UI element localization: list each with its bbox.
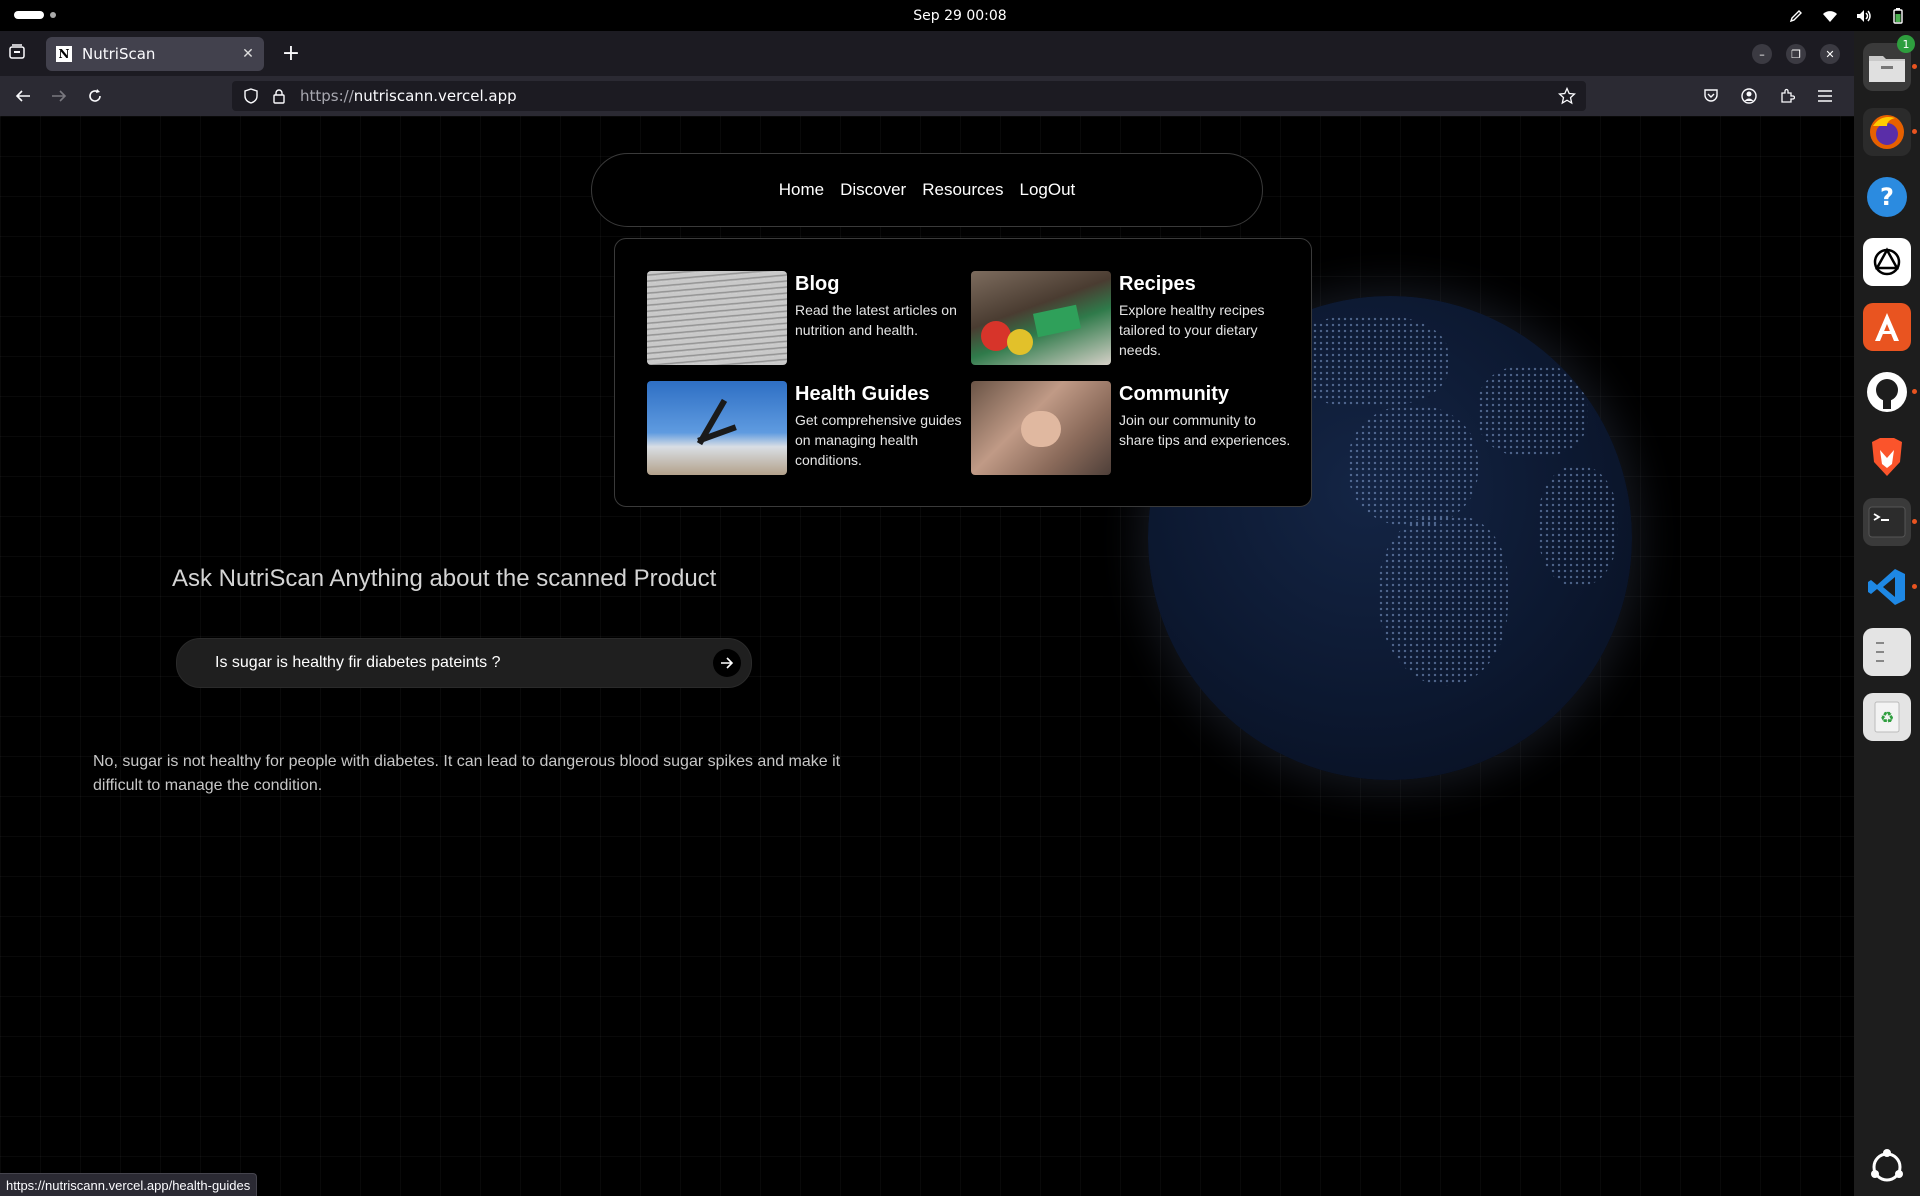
wifi-icon	[1820, 6, 1840, 26]
menu-card-community[interactable]: Community Join our community to share ti…	[971, 381, 1291, 477]
restore-icon[interactable]: ❐	[1786, 44, 1806, 64]
svg-text:?: ?	[1880, 183, 1894, 211]
show-apps-icon[interactable]	[1863, 1143, 1911, 1191]
address-bar[interactable]: https://nutriscann.vercel.app	[232, 81, 1586, 111]
nav-logout-link[interactable]: LogOut	[1019, 180, 1075, 200]
lock-icon[interactable]	[270, 87, 288, 105]
running-indicator	[1912, 519, 1917, 524]
url-text[interactable]: https://nutriscann.vercel.app	[300, 87, 517, 105]
card-title: Community	[1119, 383, 1229, 405]
extensions-icon[interactable]	[1776, 85, 1798, 107]
workspace-indicator[interactable]	[14, 11, 56, 19]
files-list-app-icon[interactable]	[1863, 628, 1911, 676]
brave-app-icon[interactable]	[1863, 433, 1911, 481]
browser-nav-bar: https://nutriscann.vercel.app	[0, 76, 1854, 116]
blog-thumbnail	[647, 271, 787, 365]
page-viewport: Home Discover Resources LogOut Blog Read…	[0, 116, 1854, 1196]
recipes-thumbnail	[971, 271, 1111, 365]
ask-heading: Ask NutriScan Anything about the scanned…	[172, 565, 717, 592]
hamburger-menu-icon[interactable]	[1814, 85, 1836, 107]
card-title: Health Guides	[795, 383, 930, 405]
browser-tab-bar: N NutriScan ✕ + – ❐ ✕	[0, 31, 1854, 76]
window-controls: – ❐ ✕	[1752, 44, 1840, 64]
github-app-icon[interactable]	[1863, 368, 1917, 416]
active-workspace-pill	[14, 11, 44, 19]
running-indicator	[1912, 584, 1917, 589]
menu-card-health-guides[interactable]: Health Guides Get comprehensive guides o…	[647, 381, 967, 477]
site-nav: Home Discover Resources LogOut	[591, 153, 1263, 227]
community-thumbnail	[971, 381, 1111, 475]
submit-arrow-button[interactable]	[713, 649, 741, 677]
minimize-icon[interactable]: –	[1752, 44, 1772, 64]
tab-nutriscan[interactable]: N NutriScan ✕	[46, 37, 264, 71]
bookmark-star-icon[interactable]	[1557, 86, 1577, 105]
card-title: Blog	[795, 273, 840, 295]
nav-resources-link[interactable]: Resources	[922, 180, 1003, 200]
chatgpt-app-icon[interactable]	[1863, 238, 1911, 286]
running-indicator	[1912, 129, 1917, 134]
trash-icon[interactable]: ♻	[1863, 693, 1911, 741]
question-input[interactable]: Is sugar is healthy fir diabetes pateint…	[176, 638, 752, 688]
pen-icon	[1786, 6, 1806, 26]
running-indicator	[1912, 389, 1917, 394]
forward-arrow-icon[interactable]	[48, 85, 70, 107]
answer-text: No, sugar is not healthy for people with…	[93, 753, 841, 794]
question-text[interactable]: Is sugar is healthy fir diabetes pateint…	[215, 654, 713, 672]
tab-title: NutriScan	[82, 45, 156, 63]
card-description: Get comprehensive guides on managing hea…	[795, 412, 962, 468]
health-guides-thumbnail	[647, 381, 787, 475]
resources-dropdown: Blog Read the latest articles on nutriti…	[614, 238, 1312, 507]
nav-discover-link[interactable]: Discover	[840, 180, 906, 200]
system-tray[interactable]	[1786, 6, 1908, 26]
nav-home-link[interactable]: Home	[779, 180, 824, 200]
files-app-icon[interactable]: 1	[1863, 35, 1917, 91]
clock[interactable]: Sep 29 00:08	[913, 8, 1006, 24]
link-status-url: https://nutriscann.vercel.app/health-gui…	[0, 1173, 258, 1196]
pocket-icon[interactable]	[1700, 85, 1722, 107]
account-icon[interactable]	[1738, 85, 1760, 107]
card-title: Recipes	[1119, 273, 1196, 295]
arrow-right-icon	[721, 657, 734, 669]
card-description: Read the latest articles on nutrition an…	[795, 302, 957, 338]
notification-badge: 1	[1897, 35, 1915, 53]
back-arrow-icon[interactable]	[12, 85, 34, 107]
reload-icon[interactable]	[84, 85, 106, 107]
card-description: Join our community to share tips and exp…	[1119, 412, 1291, 448]
ubuntu-dock: 1 ? ♻	[1854, 31, 1920, 1196]
svg-text:♻: ♻	[1880, 708, 1894, 727]
terminal-app-icon[interactable]	[1863, 498, 1917, 546]
shield-icon[interactable]	[242, 87, 260, 105]
firefox-view-icon[interactable]	[8, 43, 30, 65]
toolbar-right	[1700, 85, 1836, 107]
vscode-app-icon[interactable]	[1863, 563, 1917, 611]
help-app-icon[interactable]: ?	[1863, 173, 1911, 221]
menu-card-recipes[interactable]: Recipes Explore healthy recipes tailored…	[971, 271, 1291, 367]
firefox-app-icon[interactable]	[1863, 108, 1917, 156]
system-top-bar: Sep 29 00:08	[0, 0, 1920, 31]
workspace-dot	[50, 12, 56, 18]
new-tab-plus-icon[interactable]: +	[280, 41, 302, 66]
battery-icon	[1888, 6, 1908, 26]
favicon-icon: N	[56, 46, 72, 62]
close-window-icon[interactable]: ✕	[1820, 44, 1840, 64]
app-center-icon[interactable]	[1863, 303, 1911, 351]
running-indicator	[1912, 64, 1917, 69]
card-description: Explore healthy recipes tailored to your…	[1119, 302, 1265, 358]
close-tab-icon[interactable]: ✕	[238, 44, 258, 64]
volume-icon	[1854, 6, 1874, 26]
menu-card-blog[interactable]: Blog Read the latest articles on nutriti…	[647, 271, 967, 367]
